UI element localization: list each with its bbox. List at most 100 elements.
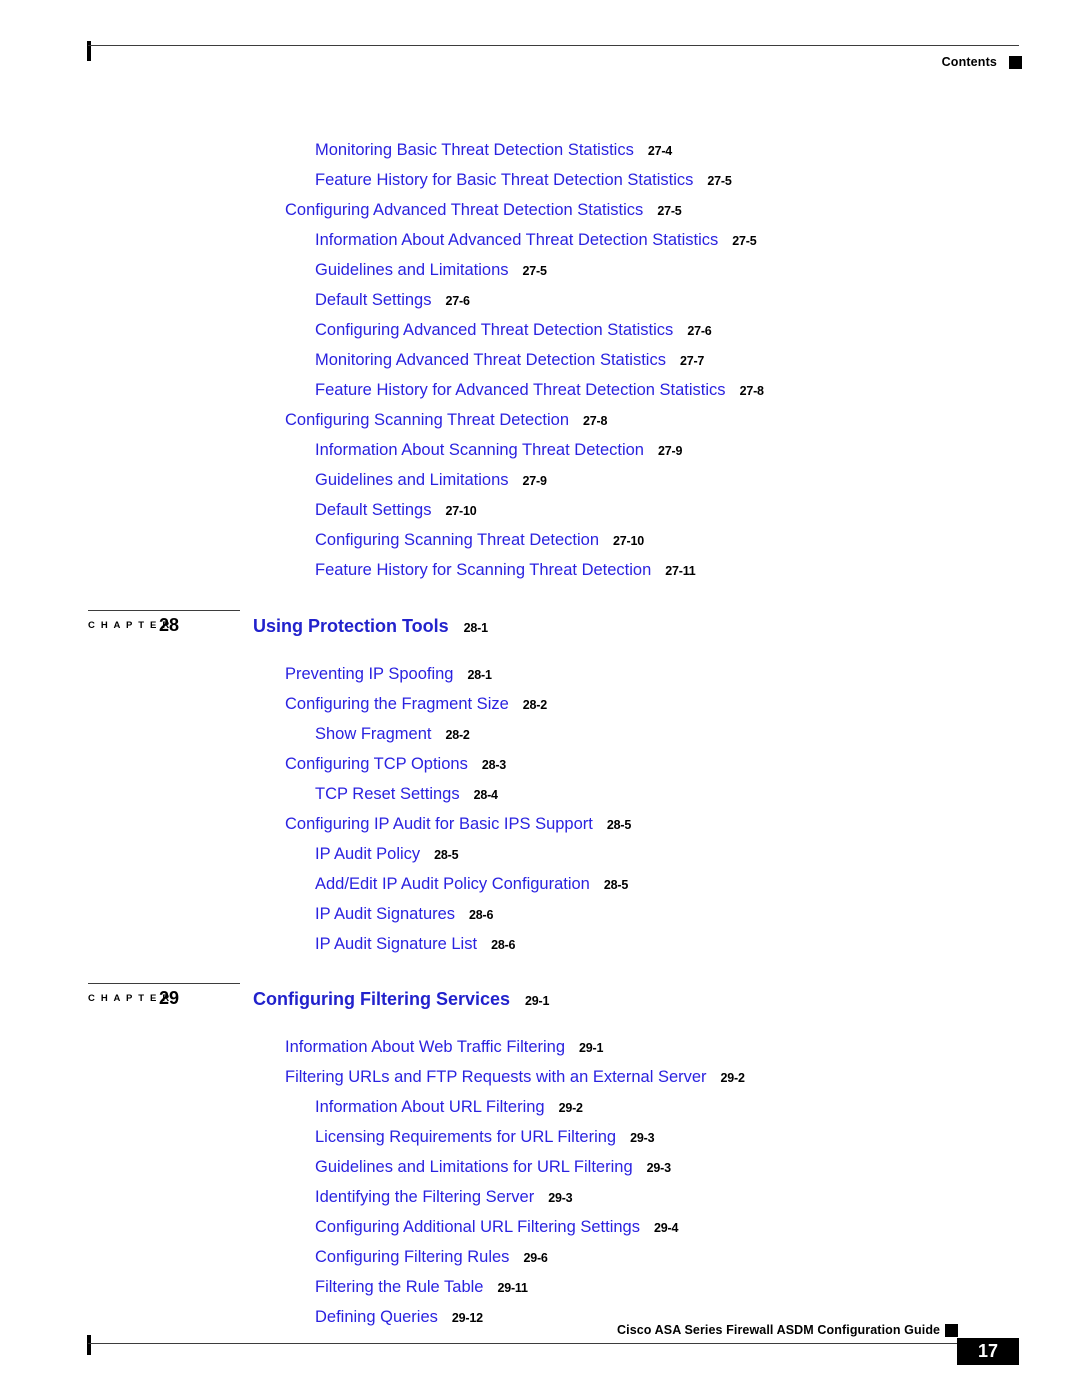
toc-entry-title[interactable]: Monitoring Advanced Threat Detection Sta… (315, 352, 666, 369)
toc-entry-title[interactable]: Guidelines and Limitations for URL Filte… (315, 1159, 633, 1176)
toc-entry-page-number: 28-2 (445, 727, 470, 742)
toc-entry[interactable]: Configuring Scanning Threat Detection 27-… (0, 412, 1080, 429)
toc-entry-page-number: 27-5 (522, 264, 547, 278)
toc-entry-title[interactable]: Configuring Filtering Rules (315, 1249, 509, 1266)
toc-entry-page-number: 27-9 (658, 444, 683, 458)
toc-entry-title[interactable]: Configuring Advanced Threat Detection St… (315, 322, 673, 339)
toc-entry-title[interactable]: Configuring Scanning Threat Detection (315, 532, 599, 549)
toc-entry-title[interactable]: Filtering URLs and FTP Requests with an … (285, 1069, 707, 1086)
toc-entry[interactable]: Default Settings 27-6 (0, 292, 1080, 309)
toc-entry-page-number: 27-11 (665, 564, 696, 578)
toc-entry-title[interactable]: Feature History for Basic Threat Detecti… (315, 172, 693, 189)
chapter-title[interactable]: Configuring Filtering Services (253, 989, 510, 1010)
chapter-title-row[interactable]: Using Protection Tools 28-1 (253, 616, 488, 637)
toc-entry-page-number: 29-6 (523, 1251, 548, 1265)
toc-entry[interactable]: Configuring Advanced Threat Detection St… (0, 202, 1080, 219)
chapter-number: 28 (159, 614, 180, 635)
toc-entry-page-number: 29-4 (653, 1221, 679, 1235)
toc-entry-title[interactable]: Show Fragment (315, 725, 431, 743)
toc-entry-title[interactable]: Feature History for Scanning Threat Dete… (315, 562, 651, 579)
toc-entry[interactable]: Add/Edit IP Audit Policy Configuration 28… (0, 875, 1080, 893)
toc-entry[interactable]: Default Settings 27-10 (0, 502, 1080, 519)
toc-entry[interactable]: TCP Reset Settings 28-4 (0, 785, 1080, 803)
toc-entry[interactable]: Monitoring Advanced Threat Detection Sta… (0, 352, 1080, 369)
toc-entry-title[interactable]: Monitoring Basic Threat Detection Statis… (315, 142, 634, 159)
toc-entry-title[interactable]: Configuring TCP Options (285, 755, 468, 773)
toc-entry-title[interactable]: TCP Reset Settings (315, 785, 460, 803)
toc-entry-page-number: 27-10 (445, 504, 477, 518)
toc-entry[interactable]: Information About Advanced Threat Detect… (0, 232, 1080, 249)
toc-entry-title[interactable]: Configuring IP Audit for Basic IPS Suppo… (285, 815, 593, 833)
toc-entry-page-number: 28-6 (491, 937, 516, 952)
toc-entry[interactable]: Identifying the Filtering Server 29-3 (0, 1189, 1080, 1206)
toc-entry[interactable]: Configuring TCP Options 28-3 (0, 755, 1080, 773)
toc-entry[interactable]: Filtering the Rule Table 29-11 (0, 1279, 1080, 1296)
toc-entry-title[interactable]: Guidelines and Limitations (315, 472, 509, 489)
toc-entry[interactable]: Preventing IP Spoofing 28-1 (0, 665, 1080, 683)
chapter-rule (88, 609, 240, 611)
toc-entry-page-number: 27-9 (522, 474, 547, 488)
toc-entry-page-number: 29-1 (579, 1041, 604, 1055)
toc-entry-title[interactable]: Information About URL Filtering (315, 1099, 545, 1116)
toc-entry-title[interactable]: Guidelines and Limitations (315, 262, 509, 279)
toc-entry[interactable]: Filtering URLs and FTP Requests with an … (0, 1069, 1080, 1086)
toc-entry-page-number: 29-11 (497, 1281, 528, 1295)
toc-entry[interactable]: Feature History for Scanning Threat Dete… (0, 562, 1080, 579)
toc-entry[interactable]: Configuring Scanning Threat Detection 27-… (0, 532, 1080, 549)
header-square-marker-icon (1009, 56, 1022, 69)
toc-entry-title[interactable]: Add/Edit IP Audit Policy Configuration (315, 875, 590, 893)
toc-entry[interactable]: Configuring the Fragment Size 28-2 (0, 695, 1080, 713)
chapter-title[interactable]: Using Protection Tools (253, 616, 449, 637)
toc-entry-page-number: 29-3 (630, 1131, 655, 1145)
toc-entry-title[interactable]: Identifying the Filtering Server (315, 1189, 534, 1206)
toc-entry-page-number: 27-7 (679, 354, 705, 368)
toc-entry-title[interactable]: Information About Web Traffic Filtering (285, 1039, 565, 1056)
toc-entry[interactable]: Configuring Advanced Threat Detection St… (0, 322, 1080, 339)
toc-entry[interactable]: IP Audit Policy 28-5 (0, 845, 1080, 863)
toc-entry[interactable]: Information About Scanning Threat Detect… (0, 442, 1080, 459)
toc-entry-page-number: 29-3 (646, 1161, 671, 1175)
chapter-title-row[interactable]: Configuring Filtering Services 29-1 (253, 989, 549, 1010)
toc-entry[interactable]: Guidelines and Limitations 27-5 (0, 262, 1080, 279)
footer-left-tick-mark (87, 1335, 91, 1355)
toc-entry-page-number: 28-6 (469, 907, 494, 922)
toc-entry[interactable]: Feature History for Basic Threat Detecti… (0, 172, 1080, 189)
toc-entry[interactable]: Configuring Filtering Rules 29-6 (0, 1249, 1080, 1266)
toc-entry[interactable]: Configuring IP Audit for Basic IPS Suppo… (0, 815, 1080, 833)
toc-entry-title[interactable]: IP Audit Signatures (315, 905, 455, 923)
toc-entry[interactable]: IP Audit Signatures 28-6 (0, 905, 1080, 923)
toc-entry[interactable]: IP Audit Signature List 28-6 (0, 935, 1080, 953)
toc-entry-title[interactable]: Default Settings (315, 292, 431, 309)
toc-entry[interactable]: Information About URL Filtering 29-2 (0, 1099, 1080, 1116)
toc-entry-title[interactable]: Default Settings (315, 502, 431, 519)
toc-entry[interactable]: Show Fragment 28-2 (0, 725, 1080, 743)
toc-entry-page-number: 28-3 (481, 757, 507, 772)
toc-entry-page-number: 27-10 (613, 534, 645, 548)
toc-entry-page-number: 27-5 (732, 234, 757, 248)
chapter-page-number: 28-1 (463, 620, 488, 635)
toc-entry-title[interactable]: Configuring the Fragment Size (285, 695, 509, 713)
toc-entry-title[interactable]: Preventing IP Spoofing (285, 665, 453, 683)
toc-entry[interactable]: Guidelines and Limitations 27-9 (0, 472, 1080, 489)
toc-entry-title[interactable]: Configuring Additional URL Filtering Set… (315, 1219, 640, 1236)
toc-entry-title[interactable]: Feature History for Advanced Threat Dete… (315, 382, 726, 399)
toc-entry-page-number: 28-5 (434, 847, 459, 862)
toc-entry-title[interactable]: Filtering the Rule Table (315, 1279, 483, 1296)
toc-entry-page-number: 27-8 (583, 414, 608, 428)
table-of-contents: Monitoring Basic Threat Detection Statis… (0, 142, 1080, 1339)
toc-entry-title[interactable]: IP Audit Policy (315, 845, 420, 863)
toc-entry-title[interactable]: IP Audit Signature List (315, 935, 477, 953)
toc-entry[interactable]: Information About Web Traffic Filtering 2… (0, 1039, 1080, 1056)
toc-entry[interactable]: Guidelines and Limitations for URL Filte… (0, 1159, 1080, 1176)
toc-entry-title[interactable]: Configuring Advanced Threat Detection St… (285, 202, 643, 219)
toc-entry[interactable]: Monitoring Basic Threat Detection Statis… (0, 142, 1080, 159)
toc-entry-page-number: 29-2 (720, 1071, 745, 1085)
toc-entry[interactable]: Licensing Requirements for URL Filtering… (0, 1129, 1080, 1146)
toc-entry-title[interactable]: Information About Advanced Threat Detect… (315, 232, 718, 249)
toc-entry-title[interactable]: Configuring Scanning Threat Detection (285, 412, 569, 429)
toc-entry-title[interactable]: Information About Scanning Threat Detect… (315, 442, 644, 459)
toc-entry[interactable]: Feature History for Advanced Threat Dete… (0, 382, 1080, 399)
toc-entry[interactable]: Configuring Additional URL Filtering Set… (0, 1219, 1080, 1236)
toc-entry-title[interactable]: Licensing Requirements for URL Filtering (315, 1129, 616, 1146)
toc-entry-page-number: 28-5 (603, 877, 629, 892)
